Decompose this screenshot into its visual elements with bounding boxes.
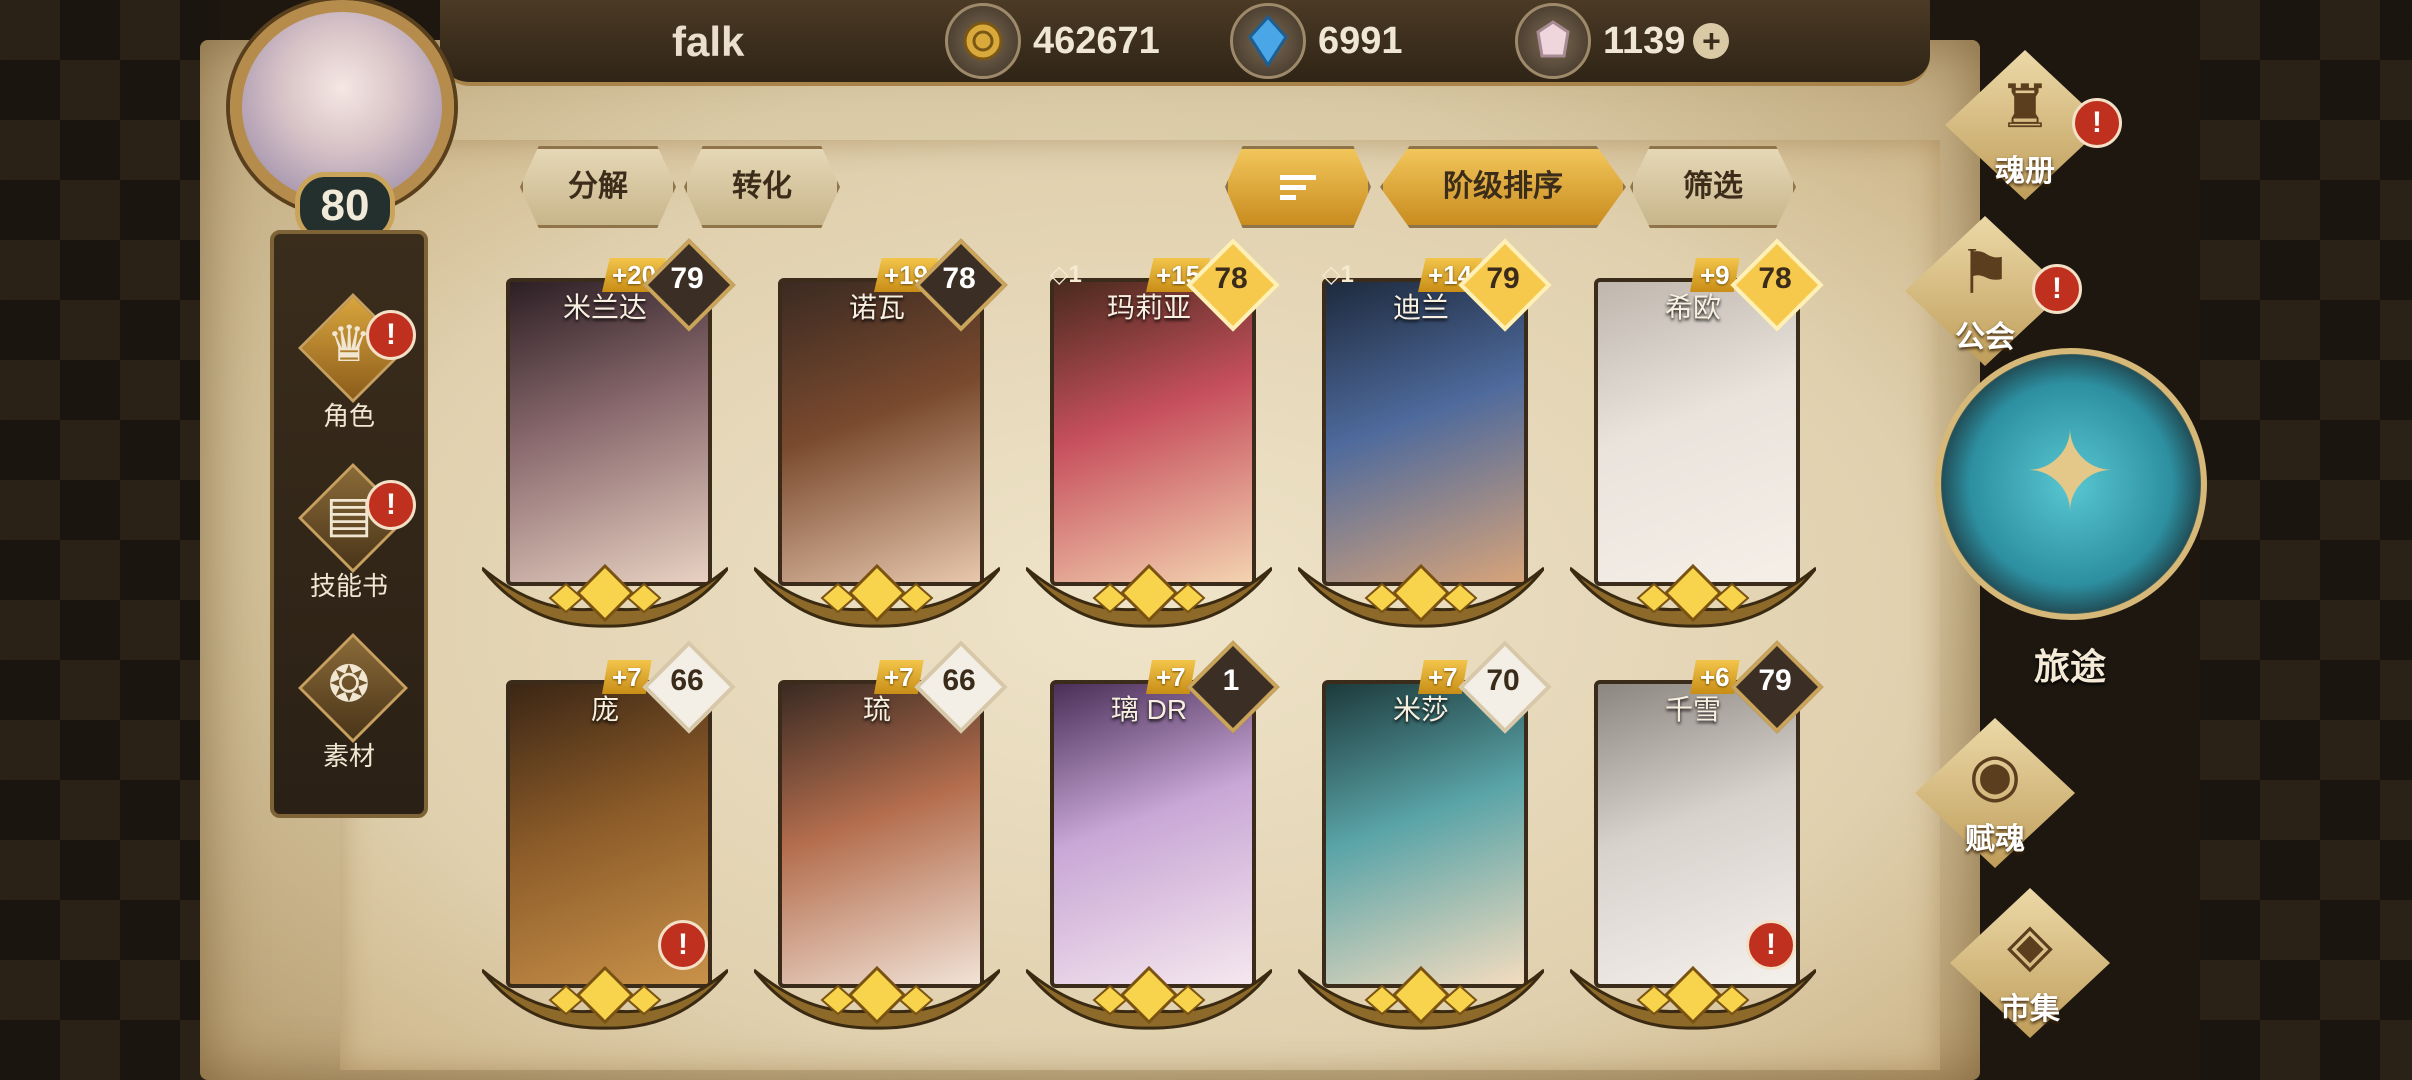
nav-market[interactable]: ◈ 市集 xyxy=(1925,888,2135,1038)
nav-label-soul-infuse: 赋魂 xyxy=(1965,823,2025,856)
menu-label-materials: 素材 xyxy=(322,741,375,771)
rank-wings-icon xyxy=(1298,965,1544,1030)
rank-wings-icon xyxy=(754,563,1000,628)
guild-alert-icon: ! xyxy=(2032,264,2082,314)
hero-card[interactable]: 琉 +7 66 xyxy=(754,640,1008,1030)
convert-button[interactable]: 转化 xyxy=(684,146,840,228)
filter-button[interactable]: 筛选 xyxy=(1630,146,1796,228)
skill-book-alert-icon: ! xyxy=(366,480,416,530)
hero-level: 79 xyxy=(670,262,704,295)
materials-icon: ❂ xyxy=(328,656,370,712)
nav-label-soul-book: 魂册 xyxy=(1995,155,2055,188)
hero-level: 79 xyxy=(1486,262,1520,295)
rank-wings-icon xyxy=(1026,563,1272,628)
character-alert-icon: ! xyxy=(366,310,416,360)
gold-amount: 462671 xyxy=(1033,19,1160,62)
hero-card[interactable]: 希欧 +9 78 xyxy=(1570,238,1824,628)
nav-soul-book[interactable]: ♜ 魂册 ! xyxy=(1920,50,2130,200)
market-icon: ◈ xyxy=(2006,911,2054,978)
menu-item-materials[interactable]: ❂ 素材 xyxy=(274,614,424,784)
rank-wings-icon xyxy=(1570,563,1816,628)
menu-item-character[interactable]: ♛ 角色 ! xyxy=(274,274,424,444)
hero-level: 78 xyxy=(1758,262,1792,295)
gem-amount: 1139 xyxy=(1603,19,1686,62)
rank-wings-icon xyxy=(482,563,728,628)
hero-card[interactable]: 千雪 +6 79! xyxy=(1570,640,1824,1030)
soul-infuse-icon: ◉ xyxy=(1968,741,2022,808)
blue-crystal-icon xyxy=(1230,3,1306,79)
gold-coin-icon xyxy=(945,3,1021,79)
hero-level: 78 xyxy=(1214,262,1248,295)
currency-crystal: 6991 xyxy=(1230,3,1403,79)
menu-item-skill-book[interactable]: ▤ 技能书 ! xyxy=(274,444,424,614)
gem-icon xyxy=(1515,3,1591,79)
left-menu: ♛ 角色 ! ▤ 技能书 ! ❂ 素材 xyxy=(270,230,428,818)
hero-card[interactable]: 米兰达 +20 79 xyxy=(482,238,736,628)
currency-gem: 1139 + xyxy=(1515,3,1730,79)
menu-label-skill-book: 技能书 xyxy=(309,571,388,601)
hero-alert-icon: ! xyxy=(1746,920,1796,970)
hero-card[interactable]: 诺瓦 +19 78 xyxy=(754,238,1008,628)
hero-card[interactable]: 迪兰 ◇1 +14 79 xyxy=(1298,238,1552,628)
left-background xyxy=(0,0,220,1080)
hero-level: 70 xyxy=(1486,664,1520,697)
hero-level: 1 xyxy=(1222,664,1240,697)
currency-gold: 462671 xyxy=(945,3,1160,79)
hero-level: 66 xyxy=(670,664,704,697)
rank-wings-icon xyxy=(1026,965,1272,1030)
soul-book-alert-icon: ! xyxy=(2072,98,2122,148)
hero-soul-rank: ◇1 xyxy=(1322,261,1354,288)
hero-soul-rank: ◇1 xyxy=(1050,261,1082,288)
hero-card[interactable]: 玛莉亚 ◇1 +15 78 xyxy=(1026,238,1280,628)
sort-order-button[interactable]: 阶级排序 xyxy=(1380,146,1626,228)
journey-icon: ✦ xyxy=(2023,411,2117,534)
right-background xyxy=(2200,0,2412,1080)
decompose-button[interactable]: 分解 xyxy=(520,146,676,228)
hero-level: 66 xyxy=(942,664,976,697)
sort-direction-button[interactable] xyxy=(1225,146,1371,228)
hero-card[interactable]: 米莎 +7 70 xyxy=(1298,640,1552,1030)
nav-guild[interactable]: ⚑ 公会 ! xyxy=(1880,216,2090,366)
hero-level: 78 xyxy=(942,262,976,295)
player-avatar[interactable]: 80 xyxy=(200,0,490,242)
menu-label-character: 角色 xyxy=(322,401,375,431)
add-gem-button[interactable]: + xyxy=(1693,23,1730,59)
hero-card[interactable]: 璃 DR +7 1 xyxy=(1026,640,1280,1030)
hero-card[interactable]: 庞 +7 66! xyxy=(482,640,736,1030)
sort-icon xyxy=(1280,175,1316,201)
rank-wings-icon xyxy=(1298,563,1544,628)
crystal-amount: 6991 xyxy=(1318,19,1403,62)
nav-soul-infuse[interactable]: ◉ 赋魂 xyxy=(1890,718,2100,868)
hero-alert-icon: ! xyxy=(658,920,708,970)
player-name: falk xyxy=(672,18,745,65)
nav-journey[interactable]: ✦ 旅途 xyxy=(1935,348,2207,688)
rank-wings-icon xyxy=(754,965,1000,1030)
hero-level: 79 xyxy=(1758,664,1792,697)
nav-label-journey: 旅途 xyxy=(2033,646,2106,687)
nav-label-market: 市集 xyxy=(2000,993,2060,1026)
